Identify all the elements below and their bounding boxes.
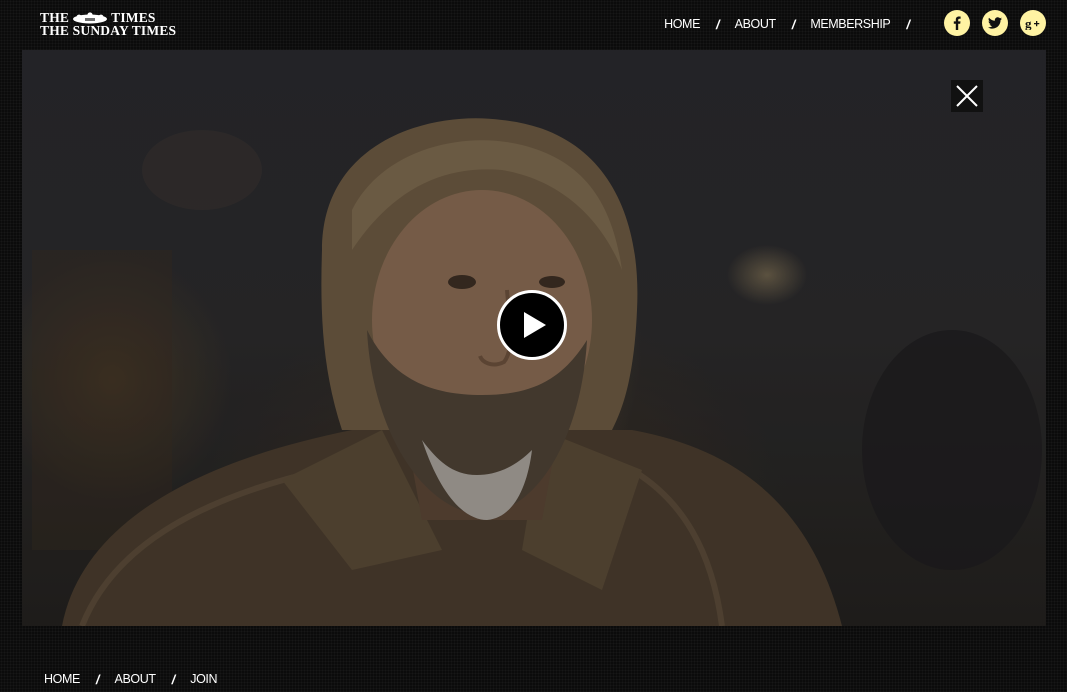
facebook-icon	[953, 16, 961, 30]
close-icon	[956, 85, 978, 107]
nav-separator: /	[791, 16, 796, 32]
nav-membership-link[interactable]: MEMBERSHIP	[810, 17, 890, 31]
footer-separator: /	[171, 671, 176, 687]
footer-separator: /	[95, 671, 100, 687]
nav-home-link[interactable]: HOME	[664, 17, 700, 31]
logo-text-sunday-times: THE SUNDAY TIMES	[40, 23, 177, 38]
footer-join-link[interactable]: JOIN	[190, 672, 217, 686]
nav-separator: /	[716, 16, 720, 32]
footer-navigation: HOME / ABOUT / JOIN	[44, 671, 217, 687]
nav-separator: /	[906, 16, 910, 32]
close-video-button[interactable]	[951, 80, 983, 112]
play-button[interactable]	[497, 290, 567, 360]
footer-about-link[interactable]: ABOUT	[115, 672, 156, 686]
twitter-icon	[988, 17, 1002, 29]
site-logo[interactable]: THE TIMES THE SUNDAY TIMES	[40, 11, 177, 38]
top-navigation: HOME / ABOUT / MEMBERSHIP /	[664, 16, 925, 32]
play-icon	[523, 312, 546, 338]
video-player[interactable]	[22, 50, 1046, 626]
twitter-button[interactable]	[982, 10, 1008, 36]
google-plus-button[interactable]: g	[1020, 10, 1046, 36]
svg-text:g: g	[1025, 16, 1032, 30]
social-links: g	[944, 10, 1046, 36]
google-plus-icon: g	[1025, 16, 1040, 30]
facebook-button[interactable]	[944, 10, 970, 36]
footer-home-link[interactable]: HOME	[44, 672, 80, 686]
nav-about-link[interactable]: ABOUT	[735, 17, 776, 31]
royal-crest-icon	[73, 11, 108, 23]
